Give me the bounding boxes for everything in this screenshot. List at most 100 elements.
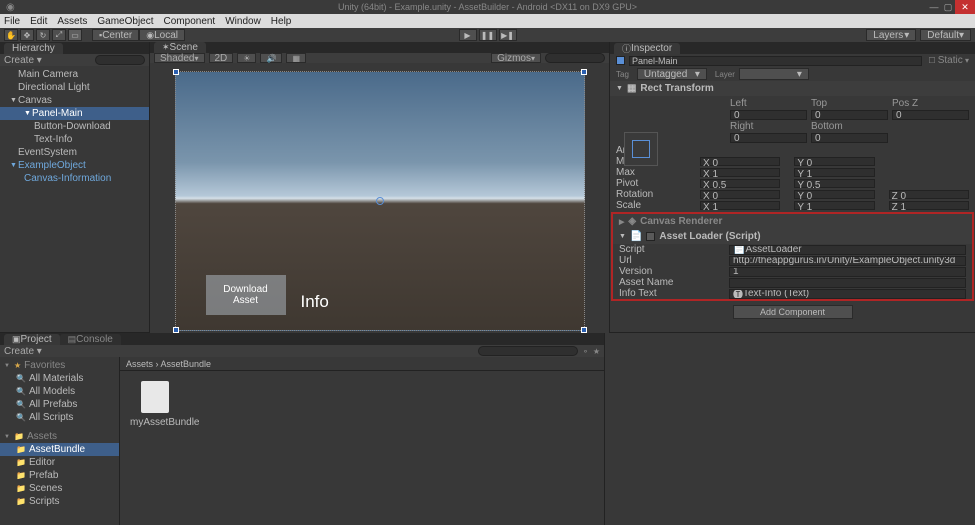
menu-gameobject[interactable]: GameObject xyxy=(97,16,153,27)
field[interactable]: X 0 xyxy=(700,190,780,199)
pivot-center[interactable]: ▪ Center xyxy=(92,29,139,41)
rect-handle[interactable] xyxy=(581,327,587,333)
canvas-renderer-header[interactable]: ▶◈Canvas Renderer xyxy=(613,214,972,229)
script-enabled-checkbox[interactable] xyxy=(646,232,655,241)
field[interactable]: Y 1 xyxy=(794,201,874,210)
field[interactable]: Y 0.5 xyxy=(794,179,874,188)
folder-item[interactable]: 📁Scenes xyxy=(0,482,119,495)
mode-2d[interactable]: 2D xyxy=(209,53,234,63)
hierarchy-item[interactable]: Main Camera xyxy=(0,68,149,81)
menu-assets[interactable]: Assets xyxy=(57,16,87,27)
minimize-button[interactable]: — xyxy=(927,0,941,14)
rect-handle[interactable] xyxy=(173,69,179,75)
rect-field[interactable]: 0 xyxy=(892,110,969,120)
move-tool[interactable]: ✥ xyxy=(20,29,34,41)
layout-dropdown[interactable]: Default▾ xyxy=(920,29,971,41)
asset-item[interactable]: myAssetBundle xyxy=(130,381,180,428)
field[interactable]: Z 1 xyxy=(889,201,969,210)
favorite-item[interactable]: 🔍All Materials xyxy=(0,372,119,385)
scale-tool[interactable]: ⤢ xyxy=(52,29,66,41)
info-text-field[interactable]: 🅣 Text-Info (Text) xyxy=(729,289,966,299)
favorites-header[interactable]: ▼★Favorites xyxy=(0,359,119,372)
rect-tool[interactable]: ▭ xyxy=(68,29,82,41)
add-component-button[interactable]: Add Component xyxy=(733,305,853,319)
breadcrumb[interactable]: Assets › AssetBundle xyxy=(120,357,604,371)
hierarchy-item[interactable]: EventSystem xyxy=(0,146,149,159)
favorite-item[interactable]: 🔍All Scripts xyxy=(0,411,119,424)
hierarchy-search[interactable] xyxy=(95,55,145,65)
tab-console[interactable]: ▤ Console xyxy=(60,334,121,345)
gameobject-name-field[interactable] xyxy=(629,56,922,66)
download-asset-button[interactable]: Download Asset xyxy=(206,275,286,315)
project-create[interactable]: Create ▾ xyxy=(4,346,42,357)
layer-dropdown[interactable]: ▾ xyxy=(739,68,809,80)
favorite-item[interactable]: 🔍All Models xyxy=(0,385,119,398)
project-search[interactable] xyxy=(478,346,578,356)
filter-icon[interactable]: ⚬ xyxy=(582,347,589,356)
anchor-preset[interactable] xyxy=(624,132,658,166)
rect-field[interactable]: 0 xyxy=(811,110,888,120)
pause-button[interactable]: ❚❚ xyxy=(479,29,497,41)
field[interactable]: Z 0 xyxy=(889,190,969,199)
hand-tool[interactable]: ✋ xyxy=(4,29,18,41)
menu-component[interactable]: Component xyxy=(164,16,216,27)
canvas-rect[interactable]: Download Asset Info xyxy=(175,71,585,331)
layers-dropdown[interactable]: Layers▾ xyxy=(866,29,916,41)
render-mode[interactable]: Shaded ▾ xyxy=(154,53,205,63)
hierarchy-item[interactable]: ▼Canvas xyxy=(0,94,149,107)
tab-inspector[interactable]: ⓘ Inspector xyxy=(614,43,680,54)
static-toggle[interactable]: ☐ Static ▾ xyxy=(928,55,969,66)
folder-item[interactable]: 📁Scripts xyxy=(0,495,119,508)
rect-transform-header[interactable]: ▼▦Rect Transform xyxy=(610,81,975,96)
scene-audio-icon[interactable]: 🔊 xyxy=(260,53,282,63)
favorite-item[interactable]: 🔍All Prefabs xyxy=(0,398,119,411)
tag-dropdown[interactable]: Untagged▾ xyxy=(637,68,707,80)
version-field[interactable]: 1 xyxy=(729,267,966,277)
tab-hierarchy[interactable]: Hierarchy xyxy=(4,43,63,54)
menu-help[interactable]: Help xyxy=(271,16,292,27)
hierarchy-item-selected[interactable]: ▼Panel-Main xyxy=(0,107,149,120)
field[interactable]: X 0 xyxy=(700,157,780,166)
rect-field[interactable]: 0 xyxy=(730,133,807,143)
play-button[interactable]: ▶ xyxy=(459,29,477,41)
field[interactable]: X 0.5 xyxy=(700,179,780,188)
asset-name-field[interactable] xyxy=(729,278,966,288)
tab-scene[interactable]: ✶ Scene xyxy=(154,42,206,53)
hierarchy-item[interactable]: Text-Info xyxy=(0,133,149,146)
scene-search[interactable] xyxy=(545,53,605,63)
rect-field[interactable]: 0 xyxy=(730,110,807,120)
scene-light-icon[interactable]: ☀ xyxy=(237,53,256,63)
menu-file[interactable]: File xyxy=(4,16,20,27)
enabled-checkbox[interactable] xyxy=(616,56,625,65)
hierarchy-item[interactable]: Canvas-Information xyxy=(0,172,149,185)
assets-header[interactable]: ▼📁Assets xyxy=(0,430,119,443)
asset-loader-header[interactable]: ▼📄Asset Loader (Script) xyxy=(613,229,972,244)
tab-project[interactable]: ▣ Project xyxy=(4,334,60,345)
field[interactable]: Y 0 xyxy=(794,157,874,166)
pivot-local[interactable]: ◉ Local xyxy=(139,29,185,41)
step-button[interactable]: ▶❚ xyxy=(499,29,517,41)
scene-fx-icon[interactable]: ▦ xyxy=(286,53,306,63)
hierarchy-create[interactable]: Create ▾ xyxy=(4,55,42,66)
field[interactable]: X 1 xyxy=(700,168,780,177)
folder-item[interactable]: 📁Prefab xyxy=(0,469,119,482)
field[interactable]: X 1 xyxy=(700,201,780,210)
rect-handle[interactable] xyxy=(173,327,179,333)
hierarchy-item[interactable]: Button-Download xyxy=(0,120,149,133)
field[interactable]: Y 0 xyxy=(794,190,874,199)
field[interactable]: Y 1 xyxy=(794,168,874,177)
script-field[interactable]: 📄 AssetLoader xyxy=(729,245,966,255)
rotate-tool[interactable]: ↻ xyxy=(36,29,50,41)
rect-field[interactable]: 0 xyxy=(811,133,888,143)
gizmos-dropdown[interactable]: Gizmos ▾ xyxy=(491,53,541,63)
filter-icon[interactable]: ★ xyxy=(593,347,600,356)
hierarchy-item[interactable]: Directional Light xyxy=(0,81,149,94)
folder-item-selected[interactable]: 📁AssetBundle xyxy=(0,443,119,456)
maximize-button[interactable]: ▢ xyxy=(941,0,955,14)
project-grid[interactable]: myAssetBundle xyxy=(120,371,604,525)
folder-item[interactable]: 📁Editor xyxy=(0,456,119,469)
scene-viewport[interactable]: Download Asset Info xyxy=(150,63,609,339)
menu-window[interactable]: Window xyxy=(225,16,261,27)
url-field[interactable]: http://theappgurus.in/Unity/ExampleObjec… xyxy=(729,256,966,266)
hierarchy-item[interactable]: ▼ExampleObject xyxy=(0,159,149,172)
